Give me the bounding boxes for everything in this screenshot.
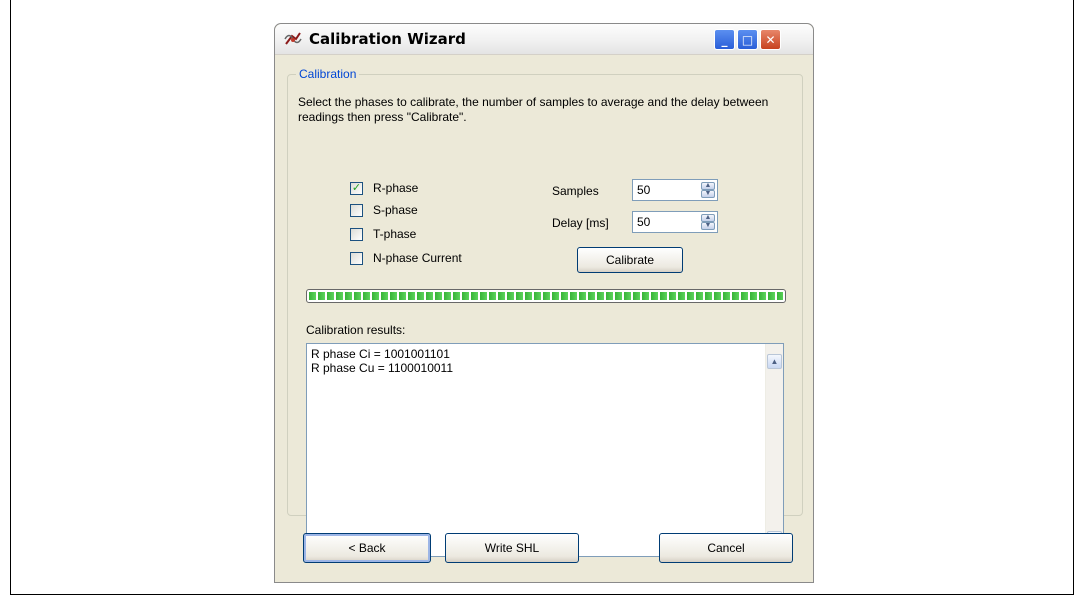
delay-down-arrow-icon[interactable]: ▼ (701, 222, 715, 230)
cancel-button[interactable]: Cancel (659, 533, 793, 563)
samples-spin-buttons: ▲ ▼ (701, 182, 715, 198)
samples-label: Samples (552, 184, 599, 198)
checkbox-box[interactable]: ✓ (350, 181, 363, 195)
result-line: R phase Cu = 1100010011 (311, 361, 454, 375)
n-phase-current-checkbox[interactable]: N-phase Current (350, 251, 462, 265)
t-phase-checkbox[interactable]: T-phase (350, 227, 416, 241)
maximize-icon: □ (741, 32, 754, 47)
cancel-button-label: Cancel (707, 541, 745, 555)
close-button[interactable]: ✕ (760, 29, 781, 50)
calibration-wizard-window: Calibration Wizard _ □ ✕ Calibration Sel… (274, 23, 814, 583)
results-scrollbar[interactable]: ▲ ▼ (765, 344, 783, 556)
checkbox-box[interactable] (350, 227, 363, 241)
calibrate-button-label: Calibrate (605, 253, 655, 267)
calibration-group-title: Calibration (296, 67, 360, 81)
r-phase-checkbox[interactable]: ✓ R-phase (350, 181, 418, 195)
write-shl-button-label: Write SHL (484, 541, 540, 555)
back-button[interactable]: < Back (303, 533, 431, 563)
results-label: Calibration results: (306, 323, 406, 337)
calibration-group: Calibration Select the phases to calibra… (287, 67, 803, 557)
minimize-button[interactable]: _ (714, 29, 735, 50)
delay-up-arrow-icon[interactable]: ▲ (701, 214, 715, 222)
t-phase-label: T-phase (373, 227, 417, 241)
maximize-button[interactable]: □ (737, 29, 758, 50)
checkbox-box[interactable] (350, 203, 363, 217)
samples-value[interactable]: 50 (637, 183, 650, 197)
samples-down-arrow-icon[interactable]: ▼ (701, 190, 715, 198)
r-phase-label: R-phase (373, 181, 419, 195)
calibration-progress-bar (306, 289, 786, 303)
instructions-text: Select the phases to calibrate, the numb… (298, 95, 769, 124)
checkmark-icon: ✓ (351, 181, 362, 194)
results-textarea[interactable]: R phase Ci = 1001001101 R phase Cu = 110… (306, 343, 784, 557)
delay-label: Delay [ms] (552, 216, 609, 230)
samples-spinner[interactable]: 50 ▲ ▼ (632, 179, 718, 201)
n-phase-current-label: N-phase Current (373, 251, 462, 265)
progress-fill (309, 292, 783, 300)
back-button-label: < Back (348, 541, 386, 555)
scroll-up-icon[interactable]: ▲ (767, 354, 782, 369)
s-phase-label: S-phase (373, 203, 418, 217)
checkbox-box[interactable] (350, 251, 363, 265)
window-title: Calibration Wizard (309, 30, 466, 48)
calibration-wizard-app-icon (284, 32, 302, 45)
s-phase-checkbox[interactable]: S-phase (350, 203, 418, 217)
minimize-icon: _ (721, 32, 728, 47)
samples-up-arrow-icon[interactable]: ▲ (701, 182, 715, 190)
title-bar[interactable]: Calibration Wizard _ □ ✕ (275, 24, 813, 55)
delay-spin-buttons: ▲ ▼ (701, 214, 715, 230)
close-icon: ✕ (765, 32, 776, 47)
calibrate-button[interactable]: Calibrate (577, 247, 683, 273)
result-line: R phase Ci = 1001001101 (311, 347, 450, 361)
write-shl-button[interactable]: Write SHL (445, 533, 579, 563)
delay-value[interactable]: 50 (637, 215, 650, 229)
delay-spinner[interactable]: 50 ▲ ▼ (632, 211, 718, 233)
